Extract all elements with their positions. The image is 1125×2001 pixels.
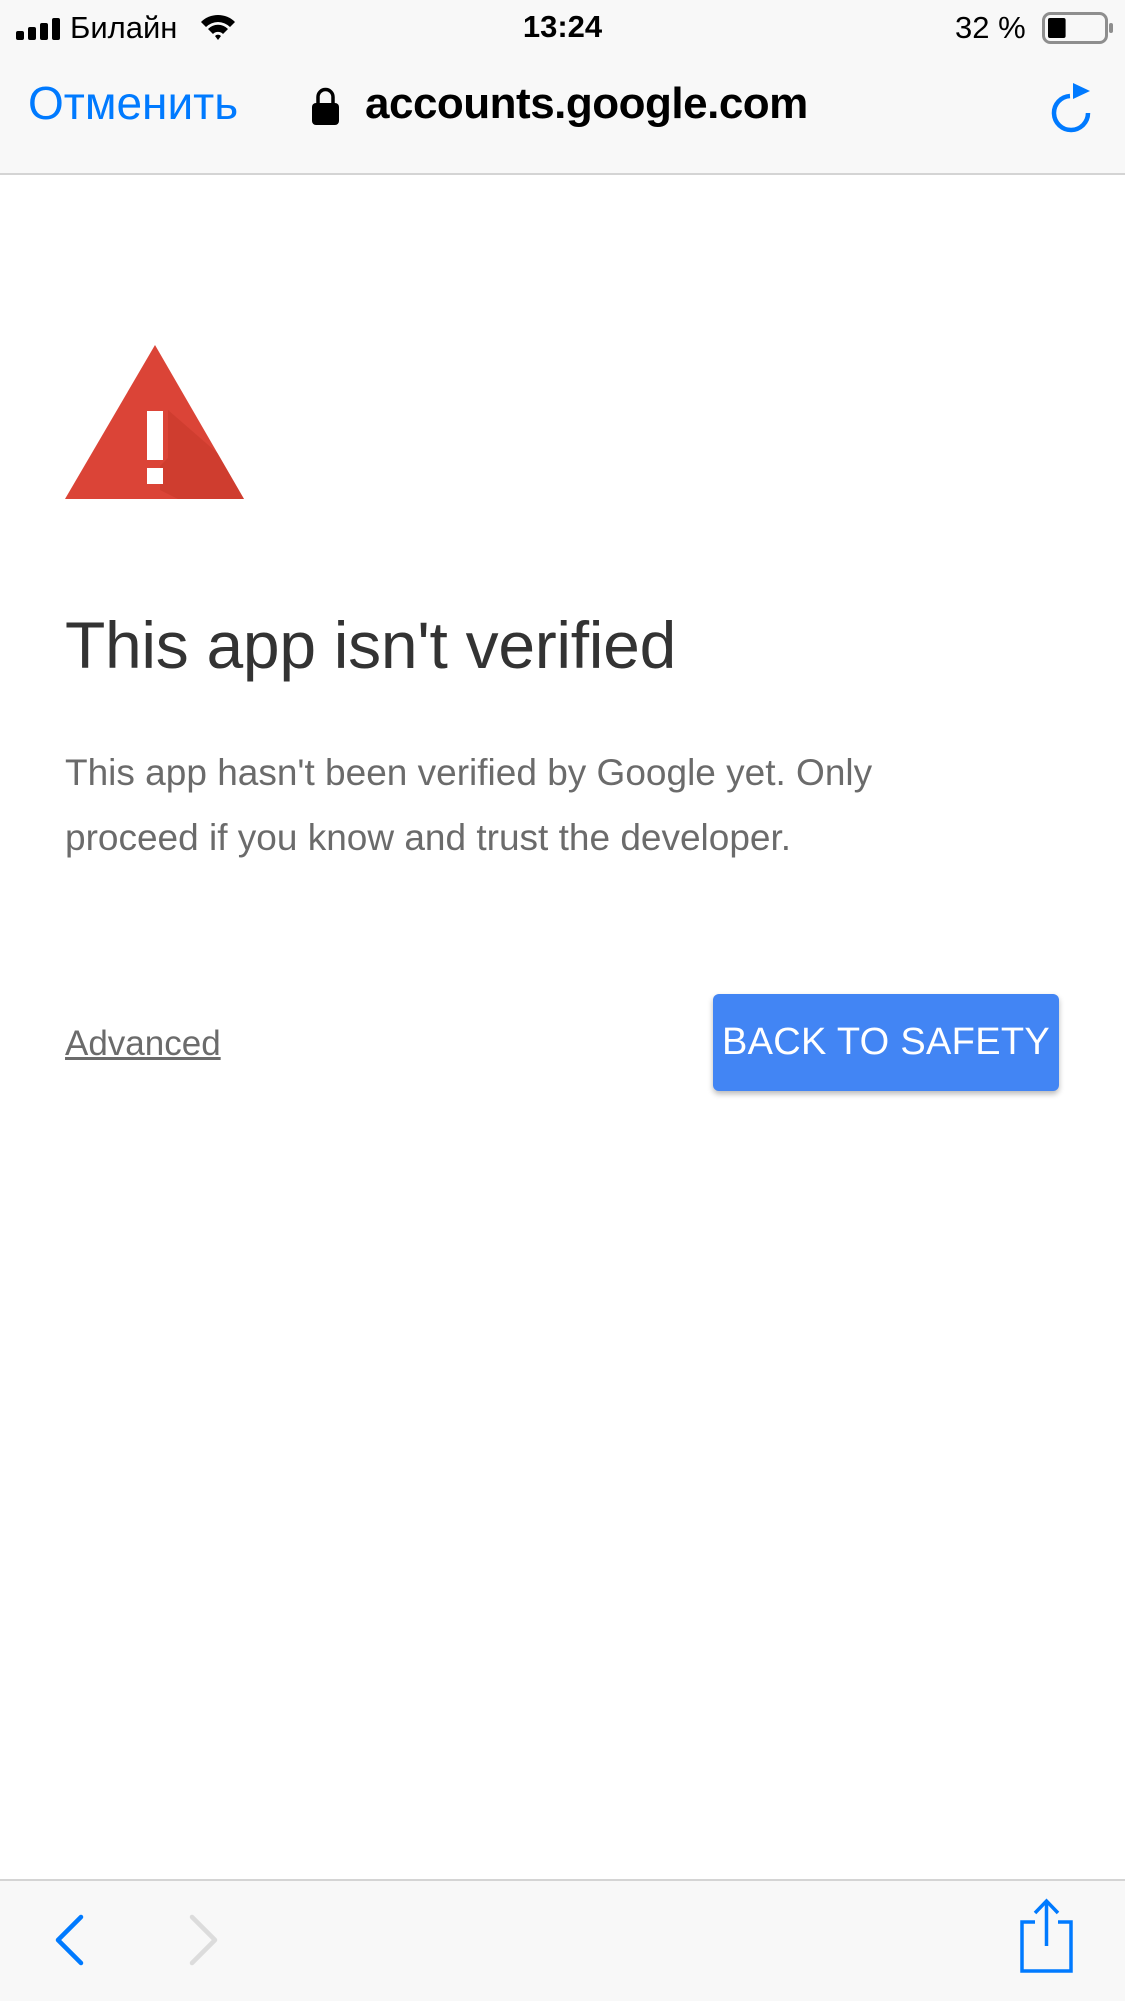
back-to-safety-label: BACK TO SAFETY [722,1021,1050,1063]
battery-level-fill [1048,18,1066,38]
advanced-link[interactable]: Advanced [65,1026,221,1061]
warning-description: This app hasn't been verified by Google … [65,752,873,858]
status-bar: Билайн 13:24 32 % [0,0,1125,56]
reload-icon[interactable] [1048,80,1096,134]
warning-triangle-icon [65,345,244,499]
back-to-safety-button[interactable]: BACK TO SAFETY [713,994,1059,1091]
share-icon[interactable] [1016,1896,1078,1976]
chevron-right-icon[interactable] [183,1912,223,1968]
battery-icon [1042,12,1113,44]
battery-percent: 32 % [955,10,1026,45]
browser-toolbar [0,1879,1125,2001]
chevron-left-icon[interactable] [50,1912,90,1968]
url-display[interactable]: accounts.google.com [365,82,808,126]
page-title: This app isn't verified [65,608,676,682]
cancel-button[interactable]: Отменить [28,80,238,126]
lock-icon [312,87,339,125]
